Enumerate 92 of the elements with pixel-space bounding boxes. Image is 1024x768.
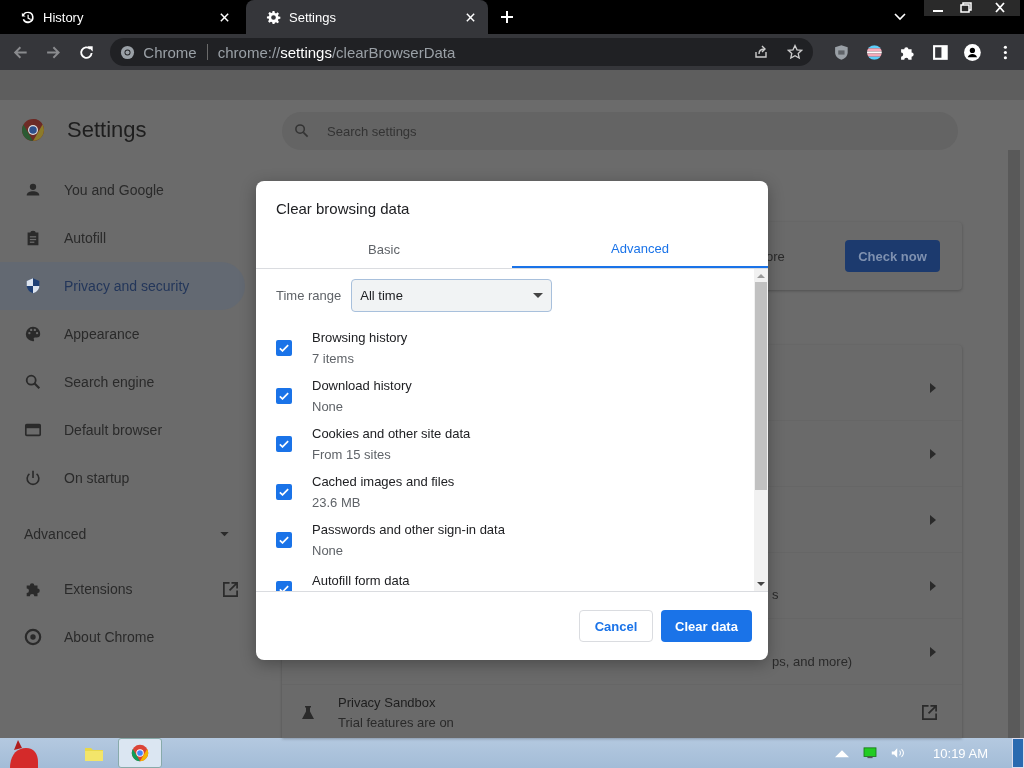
browser-tab[interactable]: Settings xyxy=(246,0,488,34)
shield-icon xyxy=(24,277,42,295)
flask-icon xyxy=(302,705,314,719)
checkbox[interactable] xyxy=(276,340,292,356)
tab-title: History xyxy=(43,9,85,25)
dialog-tab[interactable]: Advanced xyxy=(512,230,768,268)
shield-icon[interactable] xyxy=(833,43,851,61)
gear-icon xyxy=(266,9,281,25)
time-range-dropdown[interactable]: All time xyxy=(351,279,553,312)
option-label: Cookies and other site data xyxy=(312,426,471,441)
arrow-right-icon[interactable] xyxy=(930,514,936,525)
check-now-button[interactable]: Check now xyxy=(845,240,940,272)
privacy-sandbox-subtitle: Trial features are on xyxy=(338,714,455,730)
close-icon[interactable] xyxy=(465,11,476,23)
sidebar-item[interactable]: Default browser xyxy=(0,406,245,454)
close-icon[interactable] xyxy=(219,11,230,23)
checkmark-icon xyxy=(279,536,289,544)
show-desktop-button[interactable] xyxy=(1012,738,1024,768)
row-text: ps, and more) xyxy=(772,654,853,669)
taskbar-button[interactable] xyxy=(118,738,162,768)
checkmark-icon xyxy=(279,392,289,400)
checkmark-icon xyxy=(279,344,289,352)
option-label: Cached images and files xyxy=(312,474,455,489)
option-detail: 7 items xyxy=(312,351,355,366)
scroll-up-icon[interactable] xyxy=(757,273,765,278)
advanced-section-toggle[interactable]: Advanced xyxy=(0,510,245,558)
star-icon[interactable] xyxy=(787,44,804,60)
tab-title: Settings xyxy=(289,9,337,25)
cancel-button[interactable]: Cancel xyxy=(579,610,653,642)
checkbox[interactable] xyxy=(276,532,292,548)
puzzle-icon xyxy=(24,580,42,598)
settings-title: Settings xyxy=(67,117,147,143)
power-icon xyxy=(24,469,42,487)
share-icon[interactable] xyxy=(753,44,770,60)
chrome-logo-icon xyxy=(131,744,149,762)
palette-icon xyxy=(24,325,42,343)
new-tab-icon[interactable] xyxy=(500,10,514,24)
option-detail: From 15 sites xyxy=(312,447,392,462)
option-label: Autofill form data xyxy=(312,573,410,588)
clock[interactable]: 10:19 AM xyxy=(933,745,988,761)
sidebar-item[interactable]: Autofill xyxy=(0,214,245,262)
option-detail: 23.6 MB xyxy=(312,495,362,510)
history-icon xyxy=(20,9,35,25)
sidebar-item[interactable]: You and Google xyxy=(0,166,245,214)
sidebar-item[interactable]: On startup xyxy=(0,454,245,502)
chrome-logo-icon xyxy=(21,118,45,142)
caret-icon xyxy=(220,531,229,537)
chrome-logo-icon xyxy=(120,44,136,60)
option-label: Browsing history xyxy=(312,330,408,345)
checkbox[interactable] xyxy=(276,484,292,500)
scroll-down-icon[interactable] xyxy=(757,582,765,587)
browser-icon xyxy=(24,421,42,439)
scrollbar[interactable] xyxy=(754,269,768,591)
arrow-right-icon[interactable] xyxy=(930,382,936,393)
checkmark-icon xyxy=(279,585,289,591)
striped-circle-icon[interactable] xyxy=(866,43,883,61)
option-detail: None xyxy=(312,399,345,414)
arrow-right-icon[interactable] xyxy=(930,580,936,591)
sidebar-link[interactable]: About Chrome xyxy=(0,613,245,661)
external-link-icon[interactable] xyxy=(921,703,938,721)
caret-icon xyxy=(533,292,544,299)
row-text: s xyxy=(772,587,779,602)
option-detail: None xyxy=(312,543,345,558)
option-label: Passwords and other sign-in data xyxy=(312,522,505,537)
checkbox[interactable] xyxy=(276,388,292,404)
dialog-title: Clear browsing data xyxy=(275,199,411,219)
address-bar[interactable]: Chrome chrome://settings/clearBrowserData xyxy=(110,38,814,66)
sidebar-item[interactable]: Appearance xyxy=(0,310,245,358)
profile-icon[interactable] xyxy=(964,43,982,61)
arrow-right-icon[interactable] xyxy=(930,448,936,459)
external-link-icon xyxy=(222,580,239,598)
chevron-down-icon[interactable] xyxy=(894,13,906,21)
site-label: Chrome xyxy=(143,43,197,61)
side-panel-icon[interactable] xyxy=(931,43,949,61)
search-icon xyxy=(294,123,309,138)
arrow-right-icon[interactable] xyxy=(930,646,936,657)
reload-icon[interactable] xyxy=(77,43,95,61)
url-text: chrome://settings/clearBrowserData xyxy=(217,43,456,61)
search-icon xyxy=(24,373,42,391)
option-label: Download history xyxy=(312,378,412,393)
dialog-tab[interactable]: Basic xyxy=(256,230,512,268)
checkmark-icon xyxy=(279,488,289,496)
sidebar-link[interactable]: Extensions xyxy=(0,565,245,613)
time-range-label: Time range xyxy=(276,288,342,303)
checkbox[interactable] xyxy=(276,436,292,452)
clear-data-button[interactable]: Clear data xyxy=(661,610,752,642)
checkmark-icon xyxy=(279,440,289,448)
network-icon[interactable] xyxy=(863,747,878,759)
privacy-sandbox-title: Privacy Sandbox xyxy=(338,694,437,710)
chrome-logo-icon xyxy=(24,628,42,646)
sidebar-item[interactable]: Privacy and security xyxy=(0,262,245,310)
sidebar-item[interactable]: Search engine xyxy=(0,358,245,406)
